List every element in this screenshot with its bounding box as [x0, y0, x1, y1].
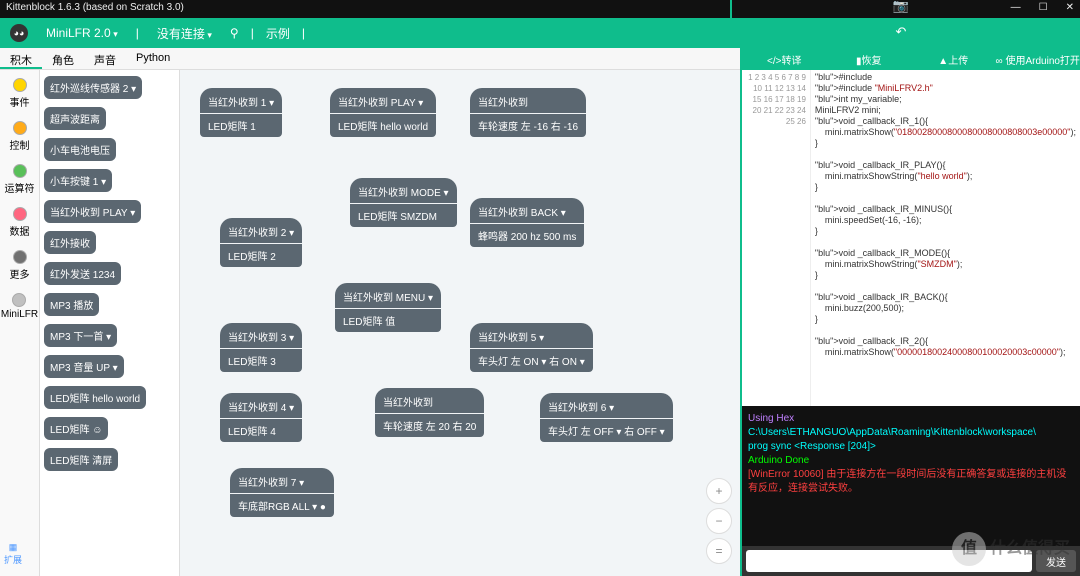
block-stack[interactable]: 当红外收到 MENU ▾LED矩阵 值	[335, 283, 441, 332]
palette-block[interactable]: 小车按键 1 ▾	[44, 169, 112, 192]
zoom-out-icon[interactable]: −	[706, 508, 732, 534]
connection-selector[interactable]: 没有连接	[151, 22, 218, 45]
block-stack[interactable]: 当红外收到车轮速度 左 20 右 20	[375, 388, 484, 437]
palette-block[interactable]: LED矩阵 ☺	[44, 417, 108, 440]
tab-sound[interactable]: 声音	[84, 48, 126, 69]
translate-button[interactable]: </>转译	[742, 49, 827, 70]
board-selector[interactable]: MiniLFR 2.0	[40, 23, 124, 43]
menubar-divider: |	[136, 26, 139, 40]
palette-block[interactable]: 当红外收到 PLAY ▾	[44, 200, 141, 223]
block-stack[interactable]: 当红外收到 6 ▾车头灯 左 OFF ▾ 右 OFF ▾	[540, 393, 673, 442]
share-icon[interactable]: ⚲	[230, 26, 239, 40]
block-stack[interactable]: 当红外收到 BACK ▾蜂鸣器 200 hz 500 ms	[470, 198, 584, 247]
block-stack[interactable]: 当红外收到 MODE ▾LED矩阵 SMZDM	[350, 178, 457, 227]
category-column: 事件控制运算符数据更多 MiniLFR	[0, 48, 40, 576]
upload-button[interactable]: ▲上传	[911, 49, 996, 70]
palette-block[interactable]: LED矩阵 hello world	[44, 386, 146, 409]
block-palette: 红外巡线传感器 2 ▾ 超声波距离小车电池电压小车按键 1 ▾ 当红外收到 PLAY…	[40, 48, 180, 576]
category-事件[interactable]: 事件	[10, 78, 30, 109]
palette-block[interactable]: 红外巡线传感器 2 ▾	[44, 76, 142, 99]
tab-role[interactable]: 角色	[42, 48, 84, 69]
code-editor[interactable]: 1 2 3 4 5 6 7 8 9 10 11 12 13 14 15 16 1…	[742, 70, 1080, 406]
block-stack[interactable]: 当红外收到 2 ▾LED矩阵 2	[220, 218, 302, 267]
example-link[interactable]: 示例	[266, 25, 290, 42]
category-运算符[interactable]: 运算符	[5, 164, 35, 195]
category-MiniLFR[interactable]: MiniLFR	[1, 293, 38, 320]
palette-block[interactable]: 超声波距离	[44, 107, 106, 130]
menubar-divider: |	[251, 26, 254, 40]
block-stack[interactable]: 当红外收到车轮速度 左 -16 右 -16	[470, 88, 586, 137]
palette-block[interactable]: MP3 播放	[44, 293, 99, 316]
menubar-divider: |	[302, 26, 305, 40]
zoom-in-icon[interactable]: +	[706, 478, 732, 504]
palette-block[interactable]: MP3 下一首 ▾	[44, 324, 117, 347]
palette-block[interactable]: 红外发送 1234	[44, 262, 121, 285]
block-stack[interactable]: 当红外收到 4 ▾LED矩阵 4	[220, 393, 302, 442]
extension-button[interactable]: ▦扩展	[4, 542, 22, 566]
zoom-reset-icon[interactable]: =	[706, 538, 732, 564]
code-panel: </>转译 ▮恢复 ▲上传 ∞ 使用Arduino打开 1 2 3 4 5 6 …	[740, 48, 1080, 576]
window-title: Kittenblock 1.6.3 (based on Scratch 3.0)	[6, 2, 184, 16]
block-stack[interactable]: 当红外收到 3 ▾LED矩阵 3	[220, 323, 302, 372]
undo-icon[interactable]: ↶	[896, 24, 907, 40]
block-stack[interactable]: 当红外收到 5 ▾车头灯 左 ON ▾ 右 ON ▾	[470, 323, 593, 372]
category-更多[interactable]: 更多	[10, 250, 30, 281]
serial-input[interactable]	[746, 550, 1032, 572]
open-arduino-button[interactable]: ∞ 使用Arduino打开	[996, 49, 1080, 70]
send-button[interactable]: 发送	[1036, 550, 1076, 572]
menubar: ◕◕ MiniLFR 2.0 | 没有连接 ⚲ | 示例 | 💾 文件 | 📷 …	[0, 18, 1080, 48]
category-控制[interactable]: 控制	[10, 121, 30, 152]
app-logo-icon: ◕◕	[10, 24, 28, 42]
block-stack[interactable]: 当红外收到 1 ▾LED矩阵 1	[200, 88, 282, 137]
palette-block[interactable]: MP3 音量 UP ▾	[44, 355, 124, 378]
camera-icon[interactable]: 📷	[893, 0, 909, 14]
palette-block[interactable]: LED矩阵 清屏	[44, 448, 118, 471]
restore-button[interactable]: ▮恢复	[827, 49, 912, 70]
tab-blocks[interactable]: 积木	[0, 48, 42, 69]
block-stack[interactable]: 当红外收到 PLAY ▾LED矩阵 hello world	[330, 88, 436, 137]
block-stack[interactable]: 当红外收到 7 ▾车底部RGB ALL ▾ ●	[230, 468, 334, 517]
palette-block[interactable]: 小车电池电压	[44, 138, 116, 161]
tab-python[interactable]: Python	[126, 48, 180, 69]
editor-tabs: 积木 角色 声音 Python	[0, 48, 740, 70]
workspace[interactable]: + − = 当红外收到 1 ▾LED矩阵 1 当红外收到 PLAY ▾LED矩阵 …	[180, 48, 740, 576]
console-output: Using Hex C:\Users\ETHANGUO\AppData\Roam…	[742, 406, 1080, 546]
palette-block[interactable]: 红外接收	[44, 231, 96, 254]
category-数据[interactable]: 数据	[10, 207, 30, 238]
